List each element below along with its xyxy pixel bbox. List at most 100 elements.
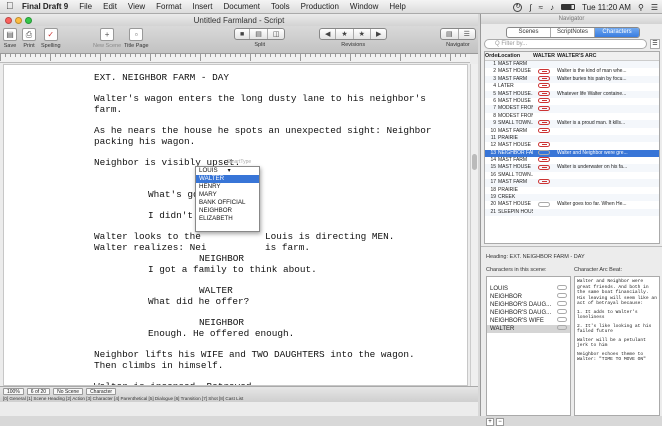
script-line[interactable]: farm.	[94, 104, 122, 115]
script-line[interactable]: Then climbs in himself.	[94, 360, 223, 371]
script-line[interactable]: Neighbor lifts his WIFE and TWO DAUGHTER…	[94, 349, 415, 360]
menu-help[interactable]: Help	[389, 2, 405, 11]
script-line[interactable]: packing his wagon.	[94, 136, 195, 147]
spotlight-icon[interactable]: ⚲	[638, 3, 644, 12]
table-row[interactable]: 3 MAST FARM Walter buries his pain by focu…	[485, 75, 659, 84]
split-segment[interactable]: ■ ▤ ◫	[234, 28, 286, 40]
table-row[interactable]: 17 MAST FARM	[485, 179, 659, 187]
character-presence[interactable]	[533, 209, 555, 216]
table-row[interactable]: 18 PRAIRIE	[485, 187, 659, 194]
split-control[interactable]: ■ ▤ ◫ Split	[234, 28, 286, 48]
page-field[interactable]: 6 of 20	[26, 388, 51, 395]
splitter[interactable]	[481, 246, 662, 250]
character-presence[interactable]	[533, 105, 555, 112]
character-presence[interactable]	[533, 187, 555, 194]
script-line[interactable]: EXT. NEIGHBOR FARM - DAY	[94, 72, 229, 83]
menu-app-name[interactable]: Final Draft 9	[22, 2, 68, 11]
revision-star-icon[interactable]: ★	[336, 29, 354, 39]
arc-beat-text[interactable]: Walter and Neighbor were great friends. …	[574, 276, 660, 416]
character-presence[interactable]	[533, 149, 555, 157]
script-line[interactable]: Walter looks to the	[94, 231, 201, 242]
character-presence[interactable]	[533, 127, 555, 135]
character-presence[interactable]	[533, 157, 555, 164]
filter-input[interactable]: Q Filter by...	[484, 39, 647, 49]
spelling-button[interactable]: ✓ Spelling	[41, 28, 61, 49]
character-list-item[interactable]: LOUIS	[487, 285, 570, 293]
smarttype-autocomplete-list[interactable]: LOUIS ▾ WALTER HENRY MARY BANK OFFICIAL NEIGHB…	[195, 166, 260, 232]
character-presence[interactable]	[533, 201, 555, 208]
table-row[interactable]: 12 MAST HOUSE	[485, 142, 659, 149]
clock[interactable]: Tue 11:20 AM	[582, 3, 631, 12]
autocomplete-item[interactable]: ELIZABETH	[196, 215, 259, 223]
revision-prev-icon[interactable]: ◀	[320, 29, 337, 39]
character-presence[interactable]	[533, 164, 555, 171]
character-presence[interactable]	[533, 90, 555, 98]
character-presence[interactable]	[533, 113, 555, 120]
filter-options-button[interactable]: ☰	[650, 39, 660, 49]
scrollbar-thumb[interactable]	[472, 154, 477, 170]
script-line[interactable]: Walter realizes: Nei	[94, 242, 207, 253]
column-header[interactable]: WALTER'S ARC	[555, 52, 659, 60]
autocomplete-item[interactable]: LOUIS ▾	[196, 167, 259, 175]
character-presence[interactable]	[533, 179, 555, 186]
character-presence[interactable]	[533, 75, 555, 83]
menu-insert[interactable]: Insert	[192, 2, 212, 11]
navigator-icon[interactable]: ▤	[441, 29, 459, 39]
menu-file[interactable]: File	[79, 2, 92, 11]
table-row[interactable]: 11 PRAIRIE	[485, 134, 659, 143]
volume-icon[interactable]: ♪	[550, 3, 554, 12]
character-presence[interactable]	[533, 142, 555, 149]
character-list-item[interactable]: NEIGHBOR'S DAUG...	[487, 301, 570, 309]
character-presence[interactable]	[533, 83, 555, 90]
zoom-field[interactable]: 100%	[3, 388, 24, 395]
table-row[interactable]: 20 MAST HOUSE Walter goes too far. When He…	[485, 201, 659, 208]
revisions-segment[interactable]: ◀ ★ ★ ▶	[319, 28, 388, 40]
menu-format[interactable]: Format	[156, 2, 181, 11]
script-line[interactable]: Enough. He offered enough.	[148, 328, 294, 339]
column-header[interactable]: Location	[498, 52, 533, 60]
character-presence[interactable]	[533, 194, 555, 201]
character-presence[interactable]	[533, 68, 555, 75]
menu-document[interactable]: Document	[223, 2, 259, 11]
table-row[interactable]: 8MODEST FRON...	[485, 113, 659, 120]
character-list-item[interactable]: NEIGHBOR'S DAUG...	[487, 309, 570, 317]
menu-window[interactable]: Window	[350, 2, 378, 11]
table-row[interactable]: 21SLEEPIN HOUS...	[485, 208, 659, 217]
menu-edit[interactable]: Edit	[103, 2, 117, 11]
autocomplete-item[interactable]: NEIGHBOR	[196, 207, 259, 215]
script-line[interactable]: As he nears the house he spots an unexpe…	[94, 125, 432, 136]
revision-mark-icon[interactable]: ★	[354, 29, 371, 39]
table-row[interactable]: 6 MAST HOUSE	[485, 98, 659, 105]
script-line[interactable]: NEIGHBOR	[199, 317, 244, 328]
autocomplete-item[interactable]: HENRY	[196, 183, 259, 191]
scene-field[interactable]: No Scene	[53, 388, 84, 395]
remove-button[interactable]: −	[496, 418, 504, 426]
tab-scriptnotes[interactable]: ScriptNotes	[551, 28, 595, 37]
navigator-button[interactable]: ▤ ☰ Navigator	[440, 28, 476, 48]
table-row[interactable]: 13NEIGHBOR FARM Walter and Neighbor were …	[485, 149, 659, 158]
scene-table[interactable]: Order Location WALTER WALTER'S ARC 1 MAST FAR…	[484, 51, 660, 244]
tab-scenes[interactable]: Scenes	[507, 28, 551, 37]
add-button[interactable]: +	[486, 418, 494, 426]
table-row[interactable]: 7MODEST FRON...	[485, 105, 659, 113]
split-single-icon[interactable]: ■	[235, 29, 251, 39]
character-presence[interactable]	[533, 98, 555, 105]
split-vertical-icon[interactable]: ◫	[268, 29, 285, 39]
table-row[interactable]: 10 MAST FARM	[485, 128, 659, 135]
autocomplete-item[interactable]: MARY	[196, 191, 259, 199]
table-row[interactable]: 1 MAST FARM	[485, 61, 659, 69]
new-scene-button[interactable]: + New Scene	[93, 28, 121, 49]
menu-production[interactable]: Production	[301, 2, 339, 11]
wifi-icon[interactable]: ≈	[539, 3, 543, 12]
character-list-item[interactable]: NEIGHBOR	[487, 293, 570, 301]
table-row[interactable]: 15 MAST HOUSE Walter is underwater on his …	[485, 164, 659, 172]
notification-icon[interactable]: ☰	[651, 3, 658, 12]
sync-icon[interactable]: ↻	[513, 2, 523, 12]
vertical-scrollbar[interactable]	[470, 64, 478, 386]
character-presence[interactable]	[533, 172, 555, 179]
script-line[interactable]: What did he offer?	[148, 296, 249, 307]
table-row[interactable]: 19 CREEK	[485, 194, 659, 202]
script-line[interactable]: I got a family to think about.	[148, 264, 317, 275]
split-horizontal-icon[interactable]: ▤	[250, 29, 268, 39]
print-button[interactable]: ⎙ Print	[22, 28, 36, 49]
